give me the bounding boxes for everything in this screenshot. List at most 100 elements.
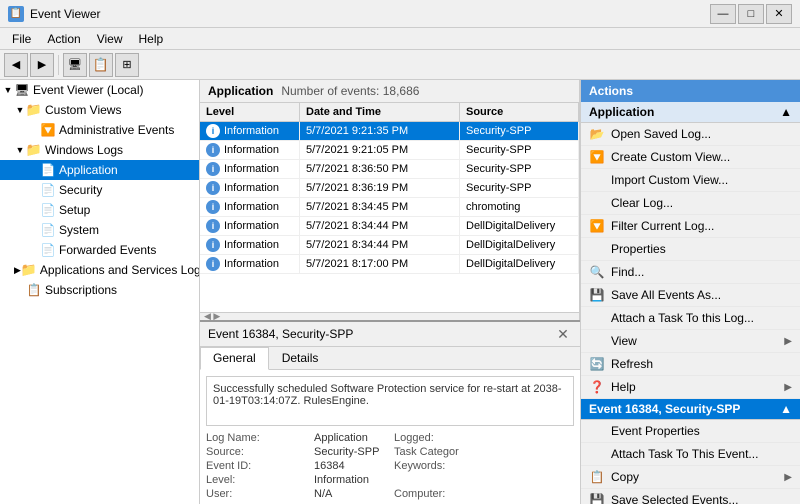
action-properties[interactable]: Properties (581, 238, 800, 261)
info-icon-7: i (206, 257, 220, 271)
horizontal-scroll[interactable]: ◀ ▶ (200, 312, 579, 320)
forward-button[interactable]: ▶ (30, 53, 54, 77)
action-import-custom-view[interactable]: Import Custom View... (581, 169, 800, 192)
action-label-import-custom: Import Custom View... (611, 173, 792, 187)
cell-level-0: i Information (200, 122, 300, 140)
field-value-user: N/A (314, 488, 386, 500)
col-source[interactable]: Source (460, 103, 579, 121)
action-refresh[interactable]: 🔄 Refresh (581, 353, 800, 376)
maximize-button[interactable]: □ (738, 4, 764, 24)
field-label-user: User: (206, 488, 306, 500)
cell-source-2: Security-SPP (460, 160, 579, 178)
field-label-eventid: Event ID: (206, 460, 306, 472)
action-open-saved-log[interactable]: 📂 Open Saved Log... (581, 123, 800, 146)
tree-arrow-local[interactable]: ▼ (2, 85, 14, 95)
events-table[interactable]: Level Date and Time Source i Information… (200, 103, 579, 312)
action-label-save-selected: Save Selected Events... (611, 493, 792, 504)
actions-header: Actions (581, 80, 800, 102)
tree-item-application[interactable]: ▶ 📄 Application (0, 160, 199, 180)
actions-section-application: Application ▲ 📂 Open Saved Log... 🔽 Crea… (581, 102, 800, 399)
attach-task-log-icon (589, 310, 605, 326)
folder-icon-appservices: 📁 (21, 262, 37, 278)
save-all-icon: 💾 (589, 287, 605, 303)
minimize-button[interactable]: — (710, 4, 736, 24)
cell-datetime-1: 5/7/2021 9:21:05 PM (300, 141, 460, 159)
action-find[interactable]: 🔍 Find... (581, 261, 800, 284)
cell-datetime-4: 5/7/2021 8:34:45 PM (300, 198, 460, 216)
menu-action[interactable]: Action (39, 30, 88, 48)
view-submenu-arrow: ▶ (784, 336, 792, 347)
show-hide-button[interactable]: 🖥 (63, 53, 87, 77)
close-button[interactable]: ✕ (766, 4, 792, 24)
title-bar: 📋 Event Viewer — □ ✕ (0, 0, 800, 28)
section-header-event[interactable]: Event 16384, Security-SPP ▲ (581, 399, 800, 420)
table-row[interactable]: i Information 5/7/2021 8:36:19 PM Securi… (200, 179, 579, 198)
action-help[interactable]: ❓ Help ▶ (581, 376, 800, 399)
table-row[interactable]: i Information 5/7/2021 8:34:44 PM DellDi… (200, 217, 579, 236)
log-icon-security: 📄 (40, 182, 56, 198)
tree-item-system[interactable]: ▶ 📄 System (0, 220, 199, 240)
tree-item-admin-events[interactable]: ▶ 🔽 Administrative Events (0, 120, 199, 140)
field-label-taskcategory: Task Categor (394, 446, 494, 458)
field-value-taskcategory (502, 446, 574, 458)
action-clear-log[interactable]: Clear Log... (581, 192, 800, 215)
tree-label-subscriptions: Subscriptions (45, 283, 117, 297)
new-log-button[interactable]: 📋 (89, 53, 113, 77)
action-copy[interactable]: 📋 Copy ▶ (581, 466, 800, 489)
tree-arrow-windows[interactable]: ▼ (14, 145, 26, 155)
action-event-properties[interactable]: Event Properties (581, 420, 800, 443)
tree-label-application: Application (59, 163, 118, 177)
title-bar-left: 📋 Event Viewer (8, 6, 100, 22)
section-header-application[interactable]: Application ▲ (581, 102, 800, 123)
tree-item-windows-logs[interactable]: ▼ 📁 Windows Logs (0, 140, 199, 160)
table-row[interactable]: i Information 5/7/2021 9:21:35 PM Securi… (200, 122, 579, 141)
menu-file[interactable]: File (4, 30, 39, 48)
cell-level-7: i Information (200, 255, 300, 273)
back-button[interactable]: ◀ (4, 53, 28, 77)
events-table-title: Application (208, 84, 273, 98)
tree-item-forwarded[interactable]: ▶ 📄 Forwarded Events (0, 240, 199, 260)
copy-icon: 📋 (589, 469, 605, 485)
field-label-computer: Computer: (394, 488, 494, 500)
tree-arrow-custom[interactable]: ▼ (14, 105, 26, 115)
detail-close-button[interactable]: ✕ (554, 325, 572, 343)
log-icon-forwarded: 📄 (40, 242, 56, 258)
properties-button[interactable]: ⊞ (115, 53, 139, 77)
tab-details[interactable]: Details (269, 347, 332, 369)
table-row[interactable]: i Information 5/7/2021 8:34:44 PM DellDi… (200, 236, 579, 255)
action-filter-current[interactable]: 🔽 Filter Current Log... (581, 215, 800, 238)
table-row[interactable]: i Information 5/7/2021 8:34:45 PM chromo… (200, 198, 579, 217)
field-value-computer (502, 488, 574, 500)
menu-view[interactable]: View (89, 30, 131, 48)
field-value-logname: Application (314, 432, 386, 444)
action-save-all-events[interactable]: 💾 Save All Events As... (581, 284, 800, 307)
tree-item-app-services[interactable]: ▶ 📁 Applications and Services Logs (0, 260, 199, 280)
tree-item-custom-views[interactable]: ▼ 📁 Custom Views (0, 100, 199, 120)
menu-bar: File Action View Help (0, 28, 800, 50)
tab-general[interactable]: General (200, 347, 269, 370)
col-datetime[interactable]: Date and Time (300, 103, 460, 121)
action-save-selected[interactable]: 💾 Save Selected Events... (581, 489, 800, 504)
tree-item-security[interactable]: ▶ 📄 Security (0, 180, 199, 200)
action-label-clear-log: Clear Log... (611, 196, 792, 210)
tree-item-subscriptions[interactable]: ▶ 📋 Subscriptions (0, 280, 199, 300)
tree-item-setup[interactable]: ▶ 📄 Setup (0, 200, 199, 220)
action-create-custom-view[interactable]: 🔽 Create Custom View... (581, 146, 800, 169)
tree-label-local: Event Viewer (Local) (33, 83, 144, 97)
table-row[interactable]: i Information 5/7/2021 8:36:50 PM Securi… (200, 160, 579, 179)
refresh-icon: 🔄 (589, 356, 605, 372)
cell-level-2: i Information (200, 160, 300, 178)
cell-source-1: Security-SPP (460, 141, 579, 159)
toolbar: ◀ ▶ 🖥 📋 ⊞ (0, 50, 800, 80)
action-attach-task-log[interactable]: Attach a Task To this Log... (581, 307, 800, 330)
import-custom-icon (589, 172, 605, 188)
action-attach-task-event[interactable]: Attach Task To This Event... (581, 443, 800, 466)
action-view[interactable]: View ▶ (581, 330, 800, 353)
section-label-event: Event 16384, Security-SPP (589, 402, 740, 416)
table-row[interactable]: i Information 5/7/2021 8:17:00 PM DellDi… (200, 255, 579, 274)
tree-item-local[interactable]: ▼ 🖥 Event Viewer (Local) (0, 80, 199, 100)
table-row[interactable]: i Information 5/7/2021 9:21:05 PM Securi… (200, 141, 579, 160)
col-level[interactable]: Level (200, 103, 300, 121)
detail-description: Successfully scheduled Software Protecti… (206, 376, 574, 426)
menu-help[interactable]: Help (131, 30, 172, 48)
